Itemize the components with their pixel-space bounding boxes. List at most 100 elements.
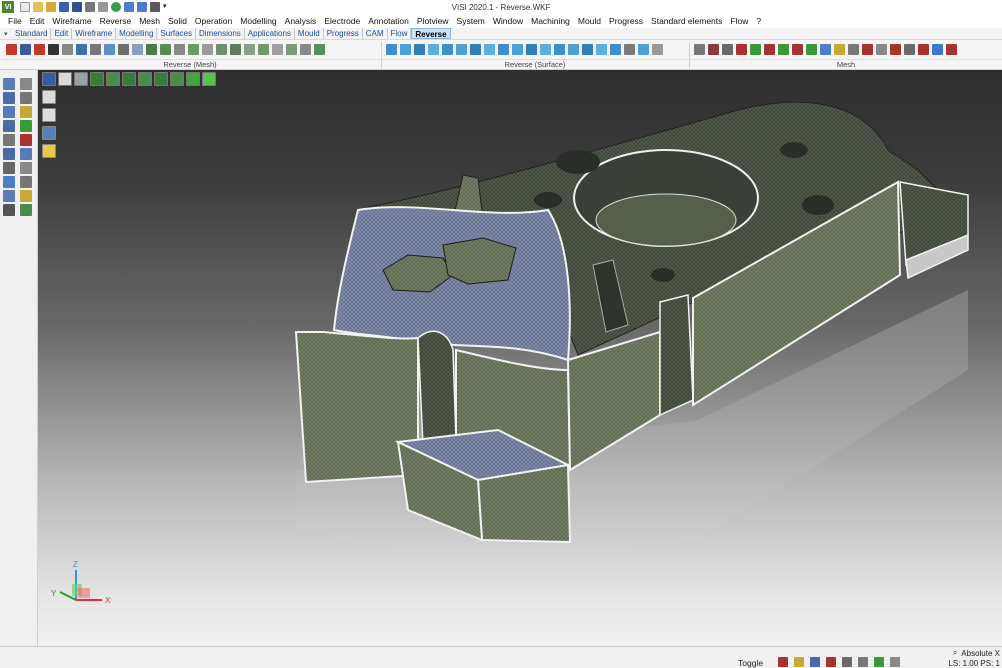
plane-icon[interactable]: [826, 657, 836, 667]
tool-icon[interactable]: [582, 43, 593, 55]
tool-icon[interactable]: [764, 43, 775, 55]
view-mesh-icon[interactable]: [170, 72, 184, 86]
tool-icon[interactable]: [442, 43, 453, 55]
tool-icon[interactable]: [568, 43, 579, 55]
dropdown-icon[interactable]: ▾: [163, 2, 173, 12]
tab-applications[interactable]: Applications: [245, 28, 295, 39]
mirror-tool-icon[interactable]: [20, 204, 32, 216]
hide-tool-icon[interactable]: [3, 148, 15, 160]
toggle-button[interactable]: Toggle: [738, 658, 763, 668]
tool-icon[interactable]: [456, 43, 467, 55]
menu-solid[interactable]: Solid: [164, 16, 191, 26]
layer-tool-icon[interactable]: [20, 148, 32, 160]
tool-icon[interactable]: [876, 43, 887, 55]
tool-icon[interactable]: [174, 43, 185, 55]
tool-icon[interactable]: [862, 43, 873, 55]
tool-icon[interactable]: [722, 43, 733, 55]
tool-icon[interactable]: [932, 43, 943, 55]
menu-electrode[interactable]: Electrode: [320, 16, 364, 26]
menu-modelling[interactable]: Modelling: [236, 16, 280, 26]
menu-system[interactable]: System: [453, 16, 489, 26]
tool-icon[interactable]: [778, 43, 789, 55]
tab-surfaces[interactable]: Surfaces: [157, 28, 196, 39]
layers-icon[interactable]: [842, 657, 852, 667]
delete-tool-icon[interactable]: [3, 204, 15, 216]
tool-icon[interactable]: [806, 43, 817, 55]
tool-icon[interactable]: [834, 43, 845, 55]
layer-icon[interactable]: [42, 90, 56, 104]
menu-mould[interactable]: Mould: [574, 16, 605, 26]
view-cube-icon[interactable]: [202, 72, 216, 86]
tool-icon[interactable]: [188, 43, 199, 55]
menu-mesh[interactable]: Mesh: [135, 16, 164, 26]
tab-dimensions[interactable]: Dimensions: [196, 28, 245, 39]
menu-analysis[interactable]: Analysis: [281, 16, 321, 26]
menu-annotation[interactable]: Annotation: [364, 16, 413, 26]
menu-edit[interactable]: Edit: [26, 16, 49, 26]
tool-icon[interactable]: [596, 43, 607, 55]
menu-flow[interactable]: Flow: [726, 16, 752, 26]
grid-icon[interactable]: [890, 657, 900, 667]
document-icon[interactable]: [42, 126, 56, 140]
tool-icon[interactable]: [694, 43, 705, 55]
menu-plotview[interactable]: Plotview: [413, 16, 453, 26]
tool-icon[interactable]: [820, 43, 831, 55]
tool-icon[interactable]: [946, 43, 957, 55]
tool-icon[interactable]: [750, 43, 761, 55]
menu-operation[interactable]: Operation: [191, 16, 236, 26]
tool-icon[interactable]: [638, 43, 649, 55]
tool-icon[interactable]: [132, 43, 143, 55]
view-wire-icon[interactable]: [106, 72, 120, 86]
tab-standard[interactable]: Standard: [12, 28, 52, 39]
cylinder-icon[interactable]: [42, 108, 56, 122]
app-logo[interactable]: VI: [2, 1, 14, 13]
tool-icon[interactable]: [526, 43, 537, 55]
tool-icon[interactable]: [400, 43, 411, 55]
tool-icon[interactable]: [160, 43, 171, 55]
tool-icon[interactable]: [890, 43, 901, 55]
tool-icon[interactable]: [314, 43, 325, 55]
tool-icon[interactable]: [498, 43, 509, 55]
check-tool-icon[interactable]: [20, 120, 32, 132]
print-preview-icon[interactable]: [98, 2, 108, 12]
undo-icon[interactable]: [124, 2, 134, 12]
rotate-tool-icon[interactable]: [20, 106, 32, 118]
tool-icon[interactable]: [244, 43, 255, 55]
tool-icon[interactable]: [848, 43, 859, 55]
box-tool-icon[interactable]: [20, 162, 32, 174]
tool-icon[interactable]: [414, 43, 425, 55]
tool-icon[interactable]: [918, 43, 929, 55]
tool-icon[interactable]: [272, 43, 283, 55]
tool-icon[interactable]: [904, 43, 915, 55]
view-shaded-icon[interactable]: [138, 72, 152, 86]
filter-tool-icon[interactable]: [3, 120, 15, 132]
tool-icon[interactable]: [540, 43, 551, 55]
pan-tool-icon[interactable]: [20, 92, 32, 104]
tool-icon[interactable]: [386, 43, 397, 55]
save-icon[interactable]: [59, 2, 69, 12]
view-edges-icon[interactable]: [154, 72, 168, 86]
tool-icon[interactable]: [48, 43, 59, 55]
tool-icon[interactable]: [202, 43, 213, 55]
graphics-viewport[interactable]: X Y Z: [38, 70, 1002, 646]
tool-icon[interactable]: [90, 43, 101, 55]
save-as-icon[interactable]: [72, 2, 82, 12]
menu-reverse[interactable]: Reverse: [96, 16, 136, 26]
draw-tool-icon[interactable]: [20, 134, 32, 146]
menu-machining[interactable]: Machining: [527, 16, 574, 26]
filter-icon[interactable]: [794, 657, 804, 667]
tab-wireframe[interactable]: Wireframe: [72, 28, 117, 39]
tool-icon[interactable]: [216, 43, 227, 55]
tool-icon[interactable]: [624, 43, 635, 55]
tab-edit[interactable]: Edit: [51, 28, 73, 39]
new-file-icon[interactable]: [20, 2, 30, 12]
refresh-icon[interactable]: [874, 657, 884, 667]
tool-icon[interactable]: [230, 43, 241, 55]
customize-icon[interactable]: [150, 2, 160, 12]
menu-progress[interactable]: Progress: [605, 16, 647, 26]
tool-icon[interactable]: [792, 43, 803, 55]
tab-flow[interactable]: Flow: [388, 28, 412, 39]
cut-tool-icon[interactable]: [20, 78, 32, 90]
align-tool-icon[interactable]: [3, 106, 15, 118]
tool-icon[interactable]: [62, 43, 73, 55]
